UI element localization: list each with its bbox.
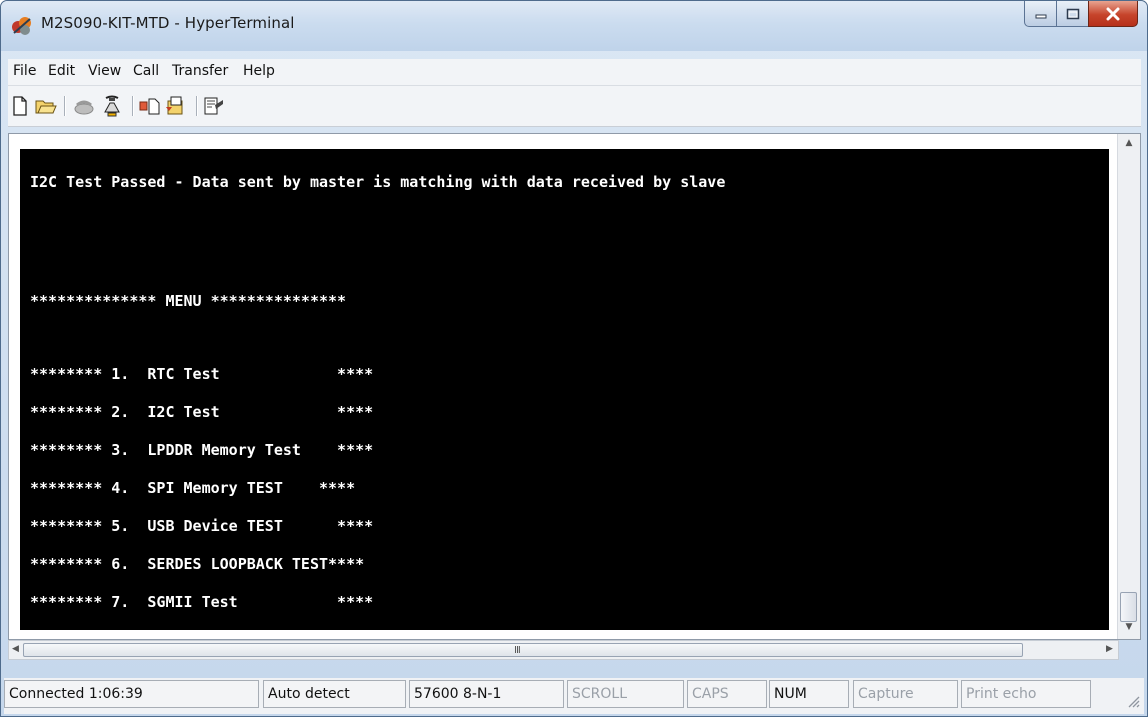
toolbar (8, 86, 1141, 127)
toolbar-separator (196, 96, 198, 116)
toolbar-separator (132, 96, 134, 116)
maximize-button[interactable] (1056, 1, 1089, 27)
properties-icon (204, 97, 223, 115)
window-title: M2S090-KIT-MTD - HyperTerminal (41, 14, 295, 32)
terminal-line: ******** 2. I2C Test **** (30, 403, 374, 421)
status-connection-time: Connected 1:06:39 (4, 680, 259, 708)
connect-button[interactable] (72, 94, 96, 118)
connect-icon (74, 100, 94, 115)
minimize-button[interactable] (1024, 1, 1057, 27)
open-icon (35, 100, 57, 114)
new-button[interactable] (8, 94, 32, 118)
terminal-frame: I2C Test Passed - Data sent by master is… (8, 133, 1141, 640)
scroll-down-icon[interactable]: ▼ (1124, 622, 1134, 632)
terminal-line: ************** MENU *************** (30, 292, 347, 310)
scroll-right-icon[interactable]: ▶ (1106, 644, 1113, 654)
horizontal-scrollbar[interactable]: ◀ III ▶ (8, 640, 1119, 660)
menu-file[interactable]: File (13, 63, 36, 79)
status-num: NUM (769, 680, 849, 708)
status-print-echo: Print echo (961, 680, 1091, 708)
disconnect-button[interactable] (100, 94, 124, 118)
terminal-output[interactable]: I2C Test Passed - Data sent by master is… (20, 149, 1109, 630)
scroll-grip: III (514, 645, 521, 656)
horizontal-scroll-thumb[interactable]: III (23, 643, 1023, 657)
status-caps: CAPS (687, 680, 767, 708)
properties-button[interactable] (202, 94, 226, 118)
terminal-line: ******** 1. RTC Test **** (30, 365, 374, 383)
scroll-left-icon[interactable]: ◀ (12, 644, 19, 654)
terminal-line: ******** 5. USB Device TEST **** (30, 517, 374, 535)
status-bar: Connected 1:06:39 Auto detect 57600 8-N-… (4, 678, 1144, 714)
terminal-line: ******** 6. SERDES LOOPBACK TEST**** (30, 555, 365, 573)
terminal-line: ******** 7. SGMII Test **** (30, 593, 374, 611)
title-bar[interactable]: M2S090-KIT-MTD - HyperTerminal (1, 1, 1147, 51)
maximize-icon (1066, 8, 1079, 19)
disconnect-icon (104, 95, 120, 117)
open-button[interactable] (34, 94, 58, 118)
status-scroll: SCROLL (567, 680, 684, 708)
close-icon (1106, 7, 1120, 20)
menu-help[interactable]: Help (243, 63, 275, 79)
receive-button[interactable] (164, 94, 188, 118)
resize-grip-icon[interactable] (1126, 694, 1140, 708)
status-detect: Auto detect (263, 680, 406, 708)
toolbar-separator (64, 96, 66, 116)
menu-bar: File Edit View Call Transfer Help (8, 59, 1141, 86)
hyperterminal-window: M2S090-KIT-MTD - HyperTerminal File Edit… (0, 0, 1148, 717)
close-button[interactable] (1088, 1, 1138, 27)
menu-transfer[interactable]: Transfer (172, 63, 228, 79)
scroll-up-icon[interactable]: ▲ (1124, 138, 1134, 148)
vertical-scrollbar[interactable]: ▲ ▼ (1117, 134, 1140, 639)
send-button[interactable] (138, 94, 162, 118)
menu-view[interactable]: View (88, 63, 121, 79)
status-capture: Capture (853, 680, 958, 708)
receive-icon (166, 96, 183, 115)
status-port-settings: 57600 8-N-1 (409, 680, 564, 708)
minimize-icon (1035, 14, 1046, 18)
terminal-line: ******** 3. LPDDR Memory Test **** (30, 441, 374, 459)
terminal-line: ******** 4. SPI Memory TEST **** (30, 479, 356, 497)
new-icon (13, 96, 27, 116)
vertical-scroll-thumb[interactable] (1120, 592, 1137, 622)
menu-edit[interactable]: Edit (48, 63, 75, 79)
send-icon (139, 98, 160, 115)
hyperterminal-icon (12, 17, 31, 35)
terminal-line: I2C Test Passed - Data sent by master is… (30, 173, 726, 191)
menu-call[interactable]: Call (133, 63, 159, 79)
